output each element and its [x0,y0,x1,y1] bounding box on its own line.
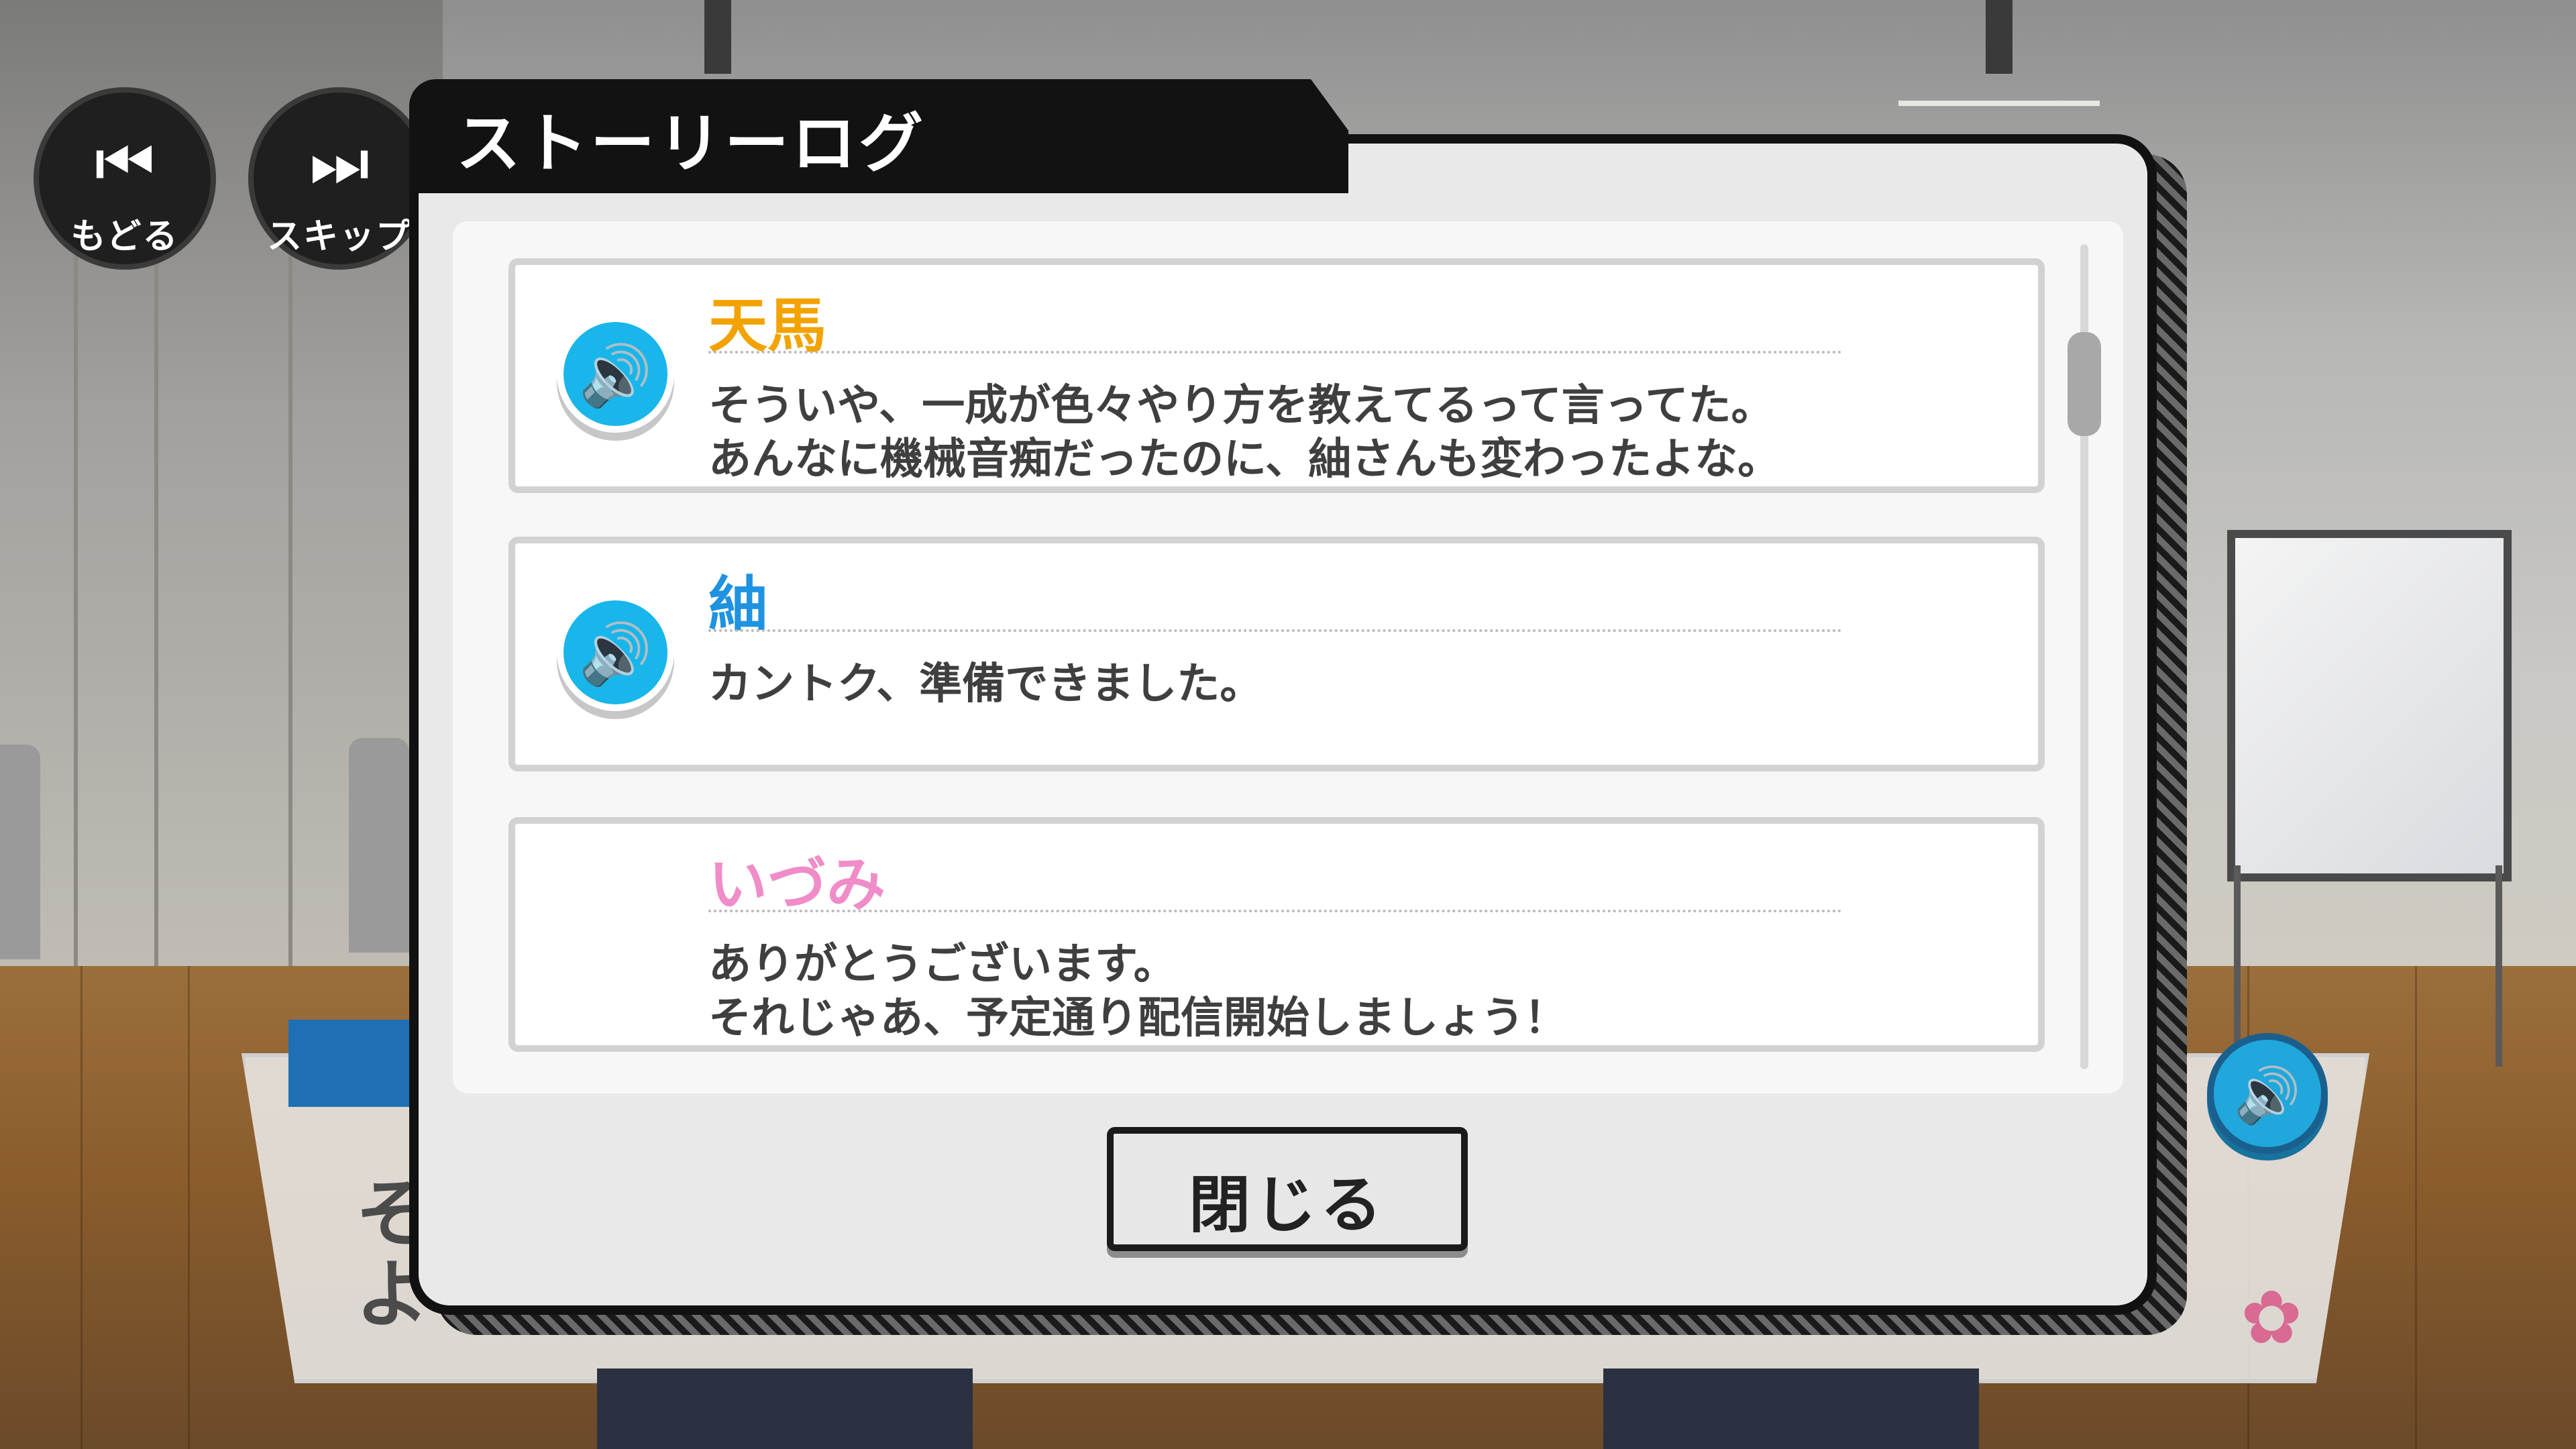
chandelier [1898,0,2100,106]
floor-plank [2415,966,2417,1449]
dialogue-line: カントク、準備できました。 [708,659,1263,709]
speaker-icon: 🔊 [578,341,653,410]
floor-plank [188,966,190,1449]
whiteboard [2227,530,2512,881]
skip-button[interactable]: ⏭ スキップ [248,87,431,270]
divider [708,351,1842,354]
wall-panel-line [288,255,292,993]
log-entry: いづみ ありがとうございます。 それじゃあ、予定通り配信開始しましょう！ [508,817,2045,1052]
dialogue-line: そういや、一成が色々やり方を教えてるって言ってた。 [708,381,1774,431]
character-legs [1603,1368,1979,1449]
speaker-icon: 🔊 [578,619,653,688]
skip-icon: ⏭ [309,123,370,202]
chair [0,745,40,959]
rewind-icon: ⏮ [95,123,155,202]
divider [708,910,1842,912]
wall-panel-line [154,255,158,993]
chair [349,738,409,953]
close-button[interactable]: 閉じる [1107,1127,1468,1251]
character-legs [597,1368,973,1449]
divider [708,629,1842,632]
scrollbar-thumb[interactable] [2068,332,2101,436]
log-entry: 🔊 天馬 そういや、一成が色々やり方を教えてるって言ってた。 あんなに機械音痴だ… [508,258,2045,493]
whiteboard-leg [2234,865,2241,1067]
skip-button-label: スキップ [266,217,412,257]
speaker-icon: 🔊 [2234,1064,2301,1126]
voice-toggle-button[interactable]: 🔊 [2207,1033,2328,1154]
close-button-label: 閉じる [1188,1169,1386,1241]
floor-plank [80,966,83,1449]
wall-panel-line [74,255,78,993]
voice-play-button[interactable]: 🔊 [557,594,674,711]
whiteboard-leg [2496,865,2502,1067]
back-button-label: もどる [70,217,179,257]
modal-title: ストーリーログ [456,106,926,181]
sakura-icon: ✿ [2241,1275,2303,1360]
voice-play-button[interactable]: 🔊 [557,315,674,433]
dialogue-line: それじゃあ、予定通り配信開始しましょう！ [708,994,1567,1043]
log-entry: 🔊 紬 カントク、準備できました。 [508,537,2045,771]
dialogue-line: ありがとうございます。 [708,940,1177,989]
dialogue-line: あんなに機械音痴だったのに、紬さんも変わったよな。 [708,435,1781,484]
back-button[interactable]: ⏮ もどる [34,87,216,270]
